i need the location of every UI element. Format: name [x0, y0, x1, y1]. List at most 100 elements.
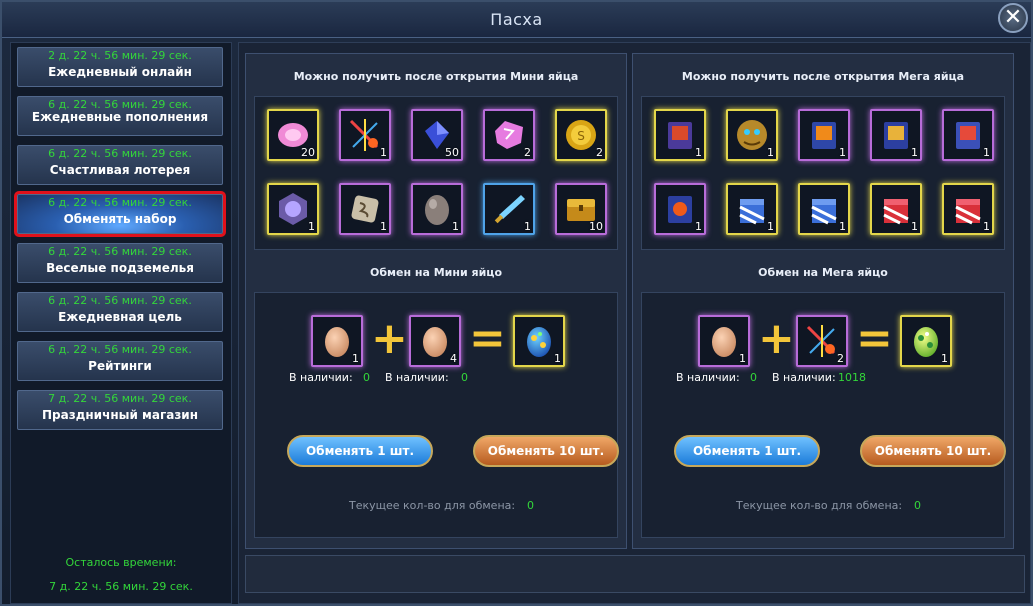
- reward-slot[interactable]: 1: [654, 183, 706, 235]
- have-value: 0: [461, 371, 468, 384]
- sidebar-item-label: Рейтинги: [88, 359, 152, 373]
- sidebar-item-ratings[interactable]: 6 д. 22 ч. 56 мин. 29 сек. Рейтинги: [17, 341, 223, 381]
- reward-slot[interactable]: 1: [942, 109, 994, 161]
- mini-input-slot-1[interactable]: 1: [311, 315, 363, 367]
- mega-exchange-title: Обмен на Мега яйцо: [758, 266, 888, 279]
- equals-icon: =: [856, 313, 893, 364]
- exchange-10-button[interactable]: Обменять 10 шт.: [860, 435, 1006, 467]
- input-count: 1: [352, 352, 359, 365]
- pink-stone-icon: [495, 121, 523, 149]
- reward-slot[interactable]: 1: [654, 109, 706, 161]
- sidebar-item-label: Обменять набор: [63, 212, 177, 226]
- reward-count: 1: [380, 146, 387, 159]
- reward-slot[interactable]: 1: [870, 109, 922, 161]
- blue-gift-icon: [811, 199, 837, 225]
- reward-slot[interactable]: 1: [483, 183, 535, 235]
- sidebar-item-exchange-set[interactable]: 6 д. 22 ч. 56 мин. 29 сек. Обменять набо…: [14, 191, 226, 237]
- current-count-value: 0: [914, 499, 921, 512]
- sidebar-item-timer: 6 д. 22 ч. 56 мин. 29 сек.: [48, 196, 192, 209]
- have-label: В наличии:: [385, 371, 449, 384]
- reward-slot[interactable]: 1: [339, 183, 391, 235]
- mega-rewards-title: Можно получить после открытия Мега яйца: [681, 70, 965, 83]
- reward-slot[interactable]: 10: [555, 183, 607, 235]
- reward-slot[interactable]: 50: [411, 109, 463, 161]
- sidebar-item-lucky-lottery[interactable]: 6 д. 22 ч. 56 мин. 29 сек. Счастливая ло…: [17, 145, 223, 185]
- egg-icon: [423, 327, 447, 357]
- output-count: 1: [941, 352, 948, 365]
- reward-count: 1: [380, 220, 387, 233]
- exchange-1-button[interactable]: Обменять 1 шт.: [287, 435, 433, 467]
- have-value: 1018: [838, 371, 866, 384]
- current-count-value: 0: [527, 499, 534, 512]
- have-label: В наличии:: [676, 371, 740, 384]
- book-icon: [884, 122, 908, 149]
- sidebar-item-label: Ежедневные пополнения: [31, 110, 209, 124]
- reward-slot[interactable]: 1: [942, 183, 994, 235]
- mega-input-slot-2[interactable]: 2: [796, 315, 848, 367]
- reward-count: 2: [596, 146, 603, 159]
- input-count: 1: [739, 352, 746, 365]
- reward-count: 1: [911, 146, 918, 159]
- reward-count: 20: [301, 146, 315, 159]
- reward-slot[interactable]: 1: [870, 183, 922, 235]
- reward-count: 10: [589, 220, 603, 233]
- reward-count: 1: [839, 220, 846, 233]
- egg-icon: [712, 327, 736, 357]
- red-gift-icon: [883, 199, 909, 225]
- reward-count: 1: [983, 146, 990, 159]
- reward-slot[interactable]: 1: [339, 109, 391, 161]
- sidebar-item-timer: 6 д. 22 ч. 56 мин. 29 сек.: [48, 147, 192, 160]
- mini-output-slot[interactable]: 1: [513, 315, 565, 367]
- mini-exchange-box: 1 + 4 = 1 В наличии: 0 В наличии: 0 Обме…: [254, 292, 619, 538]
- reward-slot[interactable]: S 2: [555, 109, 607, 161]
- sidebar-item-fun-dungeons[interactable]: 6 д. 22 ч. 56 мин. 29 сек. Веселые подзе…: [17, 243, 223, 283]
- sidebar-item-label: Веселые подземелья: [46, 261, 194, 275]
- sidebar-item-daily-goal[interactable]: 6 д. 22 ч. 56 мин. 29 сек. Ежедневная це…: [17, 292, 223, 332]
- sidebar-item-label: Счастливая лотерея: [49, 163, 191, 177]
- reward-count: 1: [695, 146, 702, 159]
- reward-slot[interactable]: 1: [726, 183, 778, 235]
- mini-input-slot-2[interactable]: 4: [409, 315, 461, 367]
- reward-count: 1: [983, 220, 990, 233]
- easter-window: Пасха ✕ 2 д. 22 ч. 56 мин. 29 сек. Ежедн…: [0, 0, 1033, 606]
- svg-text:S: S: [577, 129, 585, 143]
- reward-slot[interactable]: 1: [726, 109, 778, 161]
- book-icon: [668, 122, 692, 149]
- reward-slot[interactable]: 2: [483, 109, 535, 161]
- reward-slot[interactable]: 1: [267, 183, 319, 235]
- reward-slot[interactable]: 1: [798, 183, 850, 235]
- egg-icon: [325, 327, 349, 357]
- sidebar-item-label: Праздничный магазин: [41, 408, 198, 422]
- book-icon: [812, 122, 836, 149]
- reward-slot[interactable]: 1: [411, 183, 463, 235]
- sidebar-item-daily-online[interactable]: 2 д. 22 ч. 56 мин. 29 сек. Ежедневный он…: [17, 47, 223, 87]
- reward-slot[interactable]: 1: [798, 109, 850, 161]
- mega-input-slot-1[interactable]: 1: [698, 315, 750, 367]
- sidebar: 2 д. 22 ч. 56 мин. 29 сек. Ежедневный он…: [10, 42, 232, 604]
- sidebar-item-daily-topup[interactable]: 6 д. 22 ч. 56 мин. 29 сек. Ежедневные по…: [17, 96, 223, 136]
- input-count: 4: [450, 352, 457, 365]
- time-remaining-value: 7 д. 22 ч. 56 мин. 29 сек.: [49, 580, 193, 593]
- sidebar-item-timer: 6 д. 22 ч. 56 мин. 29 сек.: [48, 245, 192, 258]
- reward-count: 1: [911, 220, 918, 233]
- mega-output-slot[interactable]: 1: [900, 315, 952, 367]
- exchange-1-button[interactable]: Обменять 1 шт.: [674, 435, 820, 467]
- reward-count: 1: [452, 220, 459, 233]
- mega-rewards-grid: 1 1 1 1 1 1 1 1 1 1: [641, 96, 1005, 250]
- input-count: 2: [837, 352, 844, 365]
- mega-egg-panel: Можно получить после открытия Мега яйца …: [632, 53, 1014, 549]
- close-button[interactable]: ✕: [998, 3, 1028, 33]
- time-remaining-label: Осталось времени:: [65, 556, 177, 569]
- reward-count: 1: [524, 220, 531, 233]
- exchange-10-button[interactable]: Обменять 10 шт.: [473, 435, 619, 467]
- current-count-label: Текущее кол-во для обмена:: [349, 499, 516, 512]
- bottom-bar: [245, 555, 1025, 593]
- current-count-label: Текущее кол-во для обмена:: [736, 499, 903, 512]
- sidebar-item-holiday-shop[interactable]: 7 д. 22 ч. 56 мин. 29 сек. Праздничный м…: [17, 390, 223, 430]
- reward-slot[interactable]: 20: [267, 109, 319, 161]
- have-label: В наличии:: [289, 371, 353, 384]
- painted-egg-green-icon: [914, 327, 938, 357]
- mega-exchange-box: 1 + 2 = 1 В наличии: 0 В наличии: 1018 О…: [641, 292, 1006, 538]
- mini-rewards-title: Можно получить после открытия Мини яйца: [293, 70, 579, 83]
- titlebar: Пасха ✕: [2, 2, 1031, 38]
